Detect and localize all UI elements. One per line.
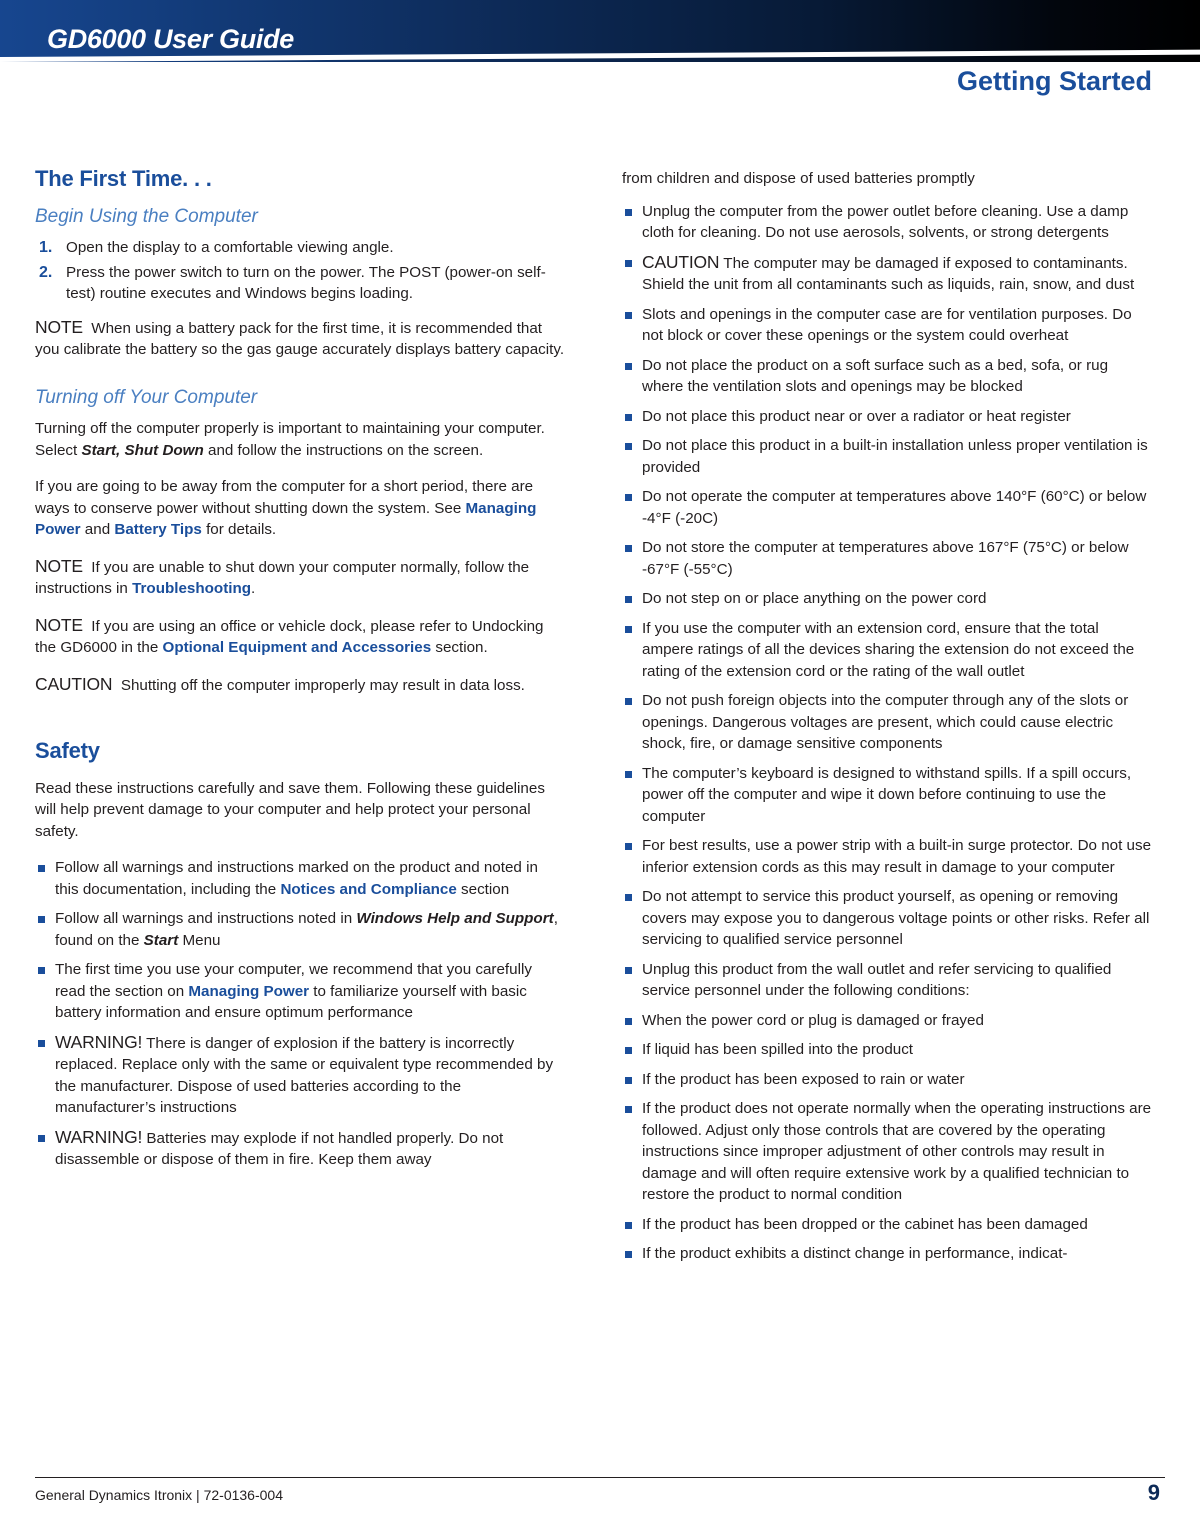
note-text: When using a battery pack for the first … xyxy=(35,319,565,359)
cross-reference-link[interactable]: Managing Power xyxy=(188,983,309,1000)
chapter-title: Getting Started xyxy=(956,66,1152,96)
list-item: When the power cord or plug is damaged o… xyxy=(622,1010,1152,1032)
list-item: Do not place this product in a built-in … xyxy=(622,435,1152,478)
cross-reference-battery-tips[interactable]: Battery Tips xyxy=(114,521,202,538)
list-item: CAUTION The computer may be damaged if e… xyxy=(622,252,1152,296)
text-run: and xyxy=(80,521,115,538)
page-number: 9 xyxy=(1147,1480,1160,1505)
text-run: Do not place the product on a soft surfa… xyxy=(642,356,1109,396)
list-item: WARNING! Batteries may explode if not ha… xyxy=(35,1127,565,1171)
caution-label: CAUTION xyxy=(35,673,113,694)
text-run: If liquid has been spilled into the prod… xyxy=(642,1041,914,1058)
safety-bullet-list-left: Follow all warnings and instructions mar… xyxy=(35,857,565,1171)
paragraph-conserve-power: If you are going to be away from the com… xyxy=(35,476,565,541)
list-item: Do not attempt to service this product y… xyxy=(622,886,1152,951)
text-run: . xyxy=(251,580,256,597)
text-run-bold: Windows Help and Support xyxy=(356,910,554,927)
list-item: Do not operate the computer at temperatu… xyxy=(622,486,1152,529)
text-run: The computer’s keyboard is designed to w… xyxy=(642,764,1132,825)
footer-divider xyxy=(35,1477,1165,1478)
list-item: Do not place this product near or over a… xyxy=(622,406,1152,428)
text-run-bold: Start xyxy=(143,931,179,949)
list-item: For best results, use a power strip with… xyxy=(622,835,1152,878)
right-column: from children and dispose of used batter… xyxy=(622,168,1152,1273)
footer-company-text: General Dynamics Itronix | 72-0136-004 xyxy=(35,1487,283,1503)
list-item: If the product has been dropped or the c… xyxy=(622,1214,1152,1236)
cross-reference-link[interactable]: Notices and Compliance xyxy=(280,881,456,898)
note-label: NOTE xyxy=(35,555,83,576)
left-column: The First Time. . . Begin Using the Comp… xyxy=(35,168,565,1179)
text-run: section xyxy=(456,880,510,898)
list-item: If the product exhibits a distinct chang… xyxy=(622,1243,1152,1265)
guide-title: GD6000 User Guide xyxy=(47,24,295,54)
warning-label: WARNING! xyxy=(55,1031,143,1052)
text-run: If the product exhibits a distinct chang… xyxy=(642,1245,1068,1262)
numbered-steps-list: Open the display to a comfortable viewin… xyxy=(35,237,565,305)
note-label: NOTE xyxy=(35,316,83,337)
text-run-bold: Start, Shut Down xyxy=(81,441,204,459)
text-run: If the product does not operate normally… xyxy=(642,1100,1152,1203)
list-item: Open the display to a comfortable viewin… xyxy=(39,237,394,258)
list-item: Press the power switch to turn on the po… xyxy=(39,262,546,303)
caution-text: Shutting off the computer improperly may… xyxy=(120,676,525,694)
section-title-safety: Safety xyxy=(35,738,100,763)
text-run: Follow all warnings and instructions not… xyxy=(55,910,357,927)
paragraph-turning-off: Turning off the computer properly is imp… xyxy=(35,418,565,461)
text-run: section. xyxy=(431,639,488,656)
list-item: Do not step on or place anything on the … xyxy=(622,588,1152,610)
text-run: Do not store the computer at temperature… xyxy=(642,539,1129,578)
list-item: If the product does not operate normally… xyxy=(622,1098,1152,1206)
list-item: Do not store the computer at temperature… xyxy=(622,537,1152,580)
list-item: Follow all warnings and instructions not… xyxy=(35,908,565,951)
text-run: Unplug the computer from the power outle… xyxy=(642,202,1129,242)
text-run: Do not place this product in a built-in … xyxy=(642,437,1148,476)
text-run: If you are unable to shut down your comp… xyxy=(35,558,530,598)
list-item: The first time you use your computer, we… xyxy=(35,959,565,1024)
text-run: If you are going to be away from the com… xyxy=(35,478,534,517)
list-item: Do not place the product on a soft surfa… xyxy=(622,355,1152,398)
note-2: NOTE If you are unable to shut down your… xyxy=(35,556,565,600)
safety-bullet-list-right: Unplug the computer from the power outle… xyxy=(622,201,1152,1265)
text-run: Slots and openings in the computer case … xyxy=(642,305,1132,345)
warning-label: WARNING! xyxy=(55,1126,143,1147)
note-label: NOTE xyxy=(35,614,83,635)
text-run: for details. xyxy=(201,521,277,538)
text-run: When the power cord or plug is damaged o… xyxy=(642,1011,984,1029)
list-item: If liquid has been spilled into the prod… xyxy=(622,1039,1152,1061)
list-item: The computer’s keyboard is designed to w… xyxy=(622,763,1152,828)
list-item: Follow all warnings and instructions mar… xyxy=(35,857,565,900)
list-item: Unplug the computer from the power outle… xyxy=(622,201,1152,244)
text-run: If you use the computer with an extensio… xyxy=(642,619,1135,680)
subsection-begin-using: Begin Using the Computer xyxy=(35,205,258,227)
list-item: Do not push foreign objects into the com… xyxy=(622,690,1152,755)
text-run: Do not attempt to service this product y… xyxy=(642,888,1150,948)
cross-reference-troubleshooting[interactable]: Troubleshooting xyxy=(132,580,251,597)
warning-label: CAUTION xyxy=(642,251,720,272)
text-run: Unplug this product from the wall outlet… xyxy=(642,960,1112,1000)
note-3: NOTE If you are using an office or vehic… xyxy=(35,615,565,659)
text-run: If the product has been dropped or the c… xyxy=(642,1215,1088,1233)
safety-intro-paragraph: Read these instructions carefully and sa… xyxy=(35,779,545,840)
text-run: and follow the instructions on the scree… xyxy=(203,441,484,459)
note-1: NOTE When using a battery pack for the f… xyxy=(35,317,565,361)
list-item: If the product has been exposed to rain … xyxy=(622,1069,1152,1091)
text-run: For best results, use a power strip with… xyxy=(642,837,1152,876)
subsection-turning-off: Turning off Your Computer xyxy=(35,386,258,408)
list-item: Slots and openings in the computer case … xyxy=(622,304,1152,347)
section-title-first-time: The First Time. . . xyxy=(35,166,212,191)
continued-text: from children and dispose of used batter… xyxy=(622,170,975,187)
text-run: Do not step on or place anything on the … xyxy=(642,590,987,607)
text-run: Do not place this product near or over a… xyxy=(642,407,1071,425)
caution-block: CAUTION Shutting off the computer improp… xyxy=(35,674,565,697)
list-item: Unplug this product from the wall outlet… xyxy=(622,959,1152,1002)
list-item: If you use the computer with an extensio… xyxy=(622,618,1152,683)
text-run: Do not push foreign objects into the com… xyxy=(642,692,1129,752)
cross-reference-optional-equipment[interactable]: Optional Equipment and Accessories xyxy=(163,639,432,656)
list-item: WARNING! There is danger of explosion if… xyxy=(35,1032,565,1119)
text-run: If the product has been exposed to rain … xyxy=(642,1070,965,1088)
text-run: Menu xyxy=(178,931,221,949)
text-run: Do not operate the computer at temperatu… xyxy=(642,488,1147,527)
